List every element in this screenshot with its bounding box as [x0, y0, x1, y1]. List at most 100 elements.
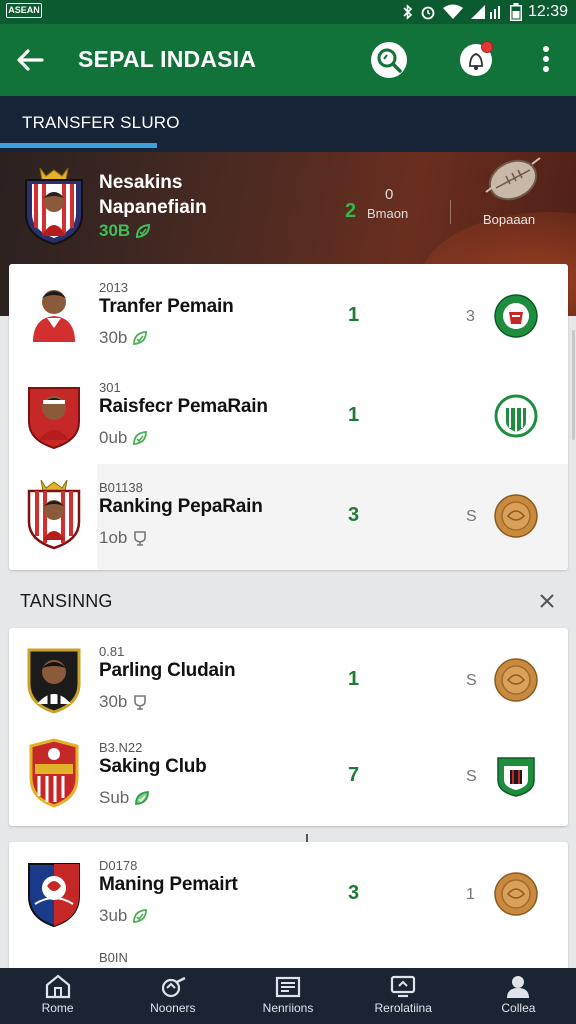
green-shield-badge-icon: [497, 757, 535, 797]
row-name: Tranfer Pemain: [99, 296, 234, 317]
tab-indicator: [0, 143, 157, 148]
row-sub: Sub: [99, 788, 151, 808]
row-sub-text: Sub: [99, 788, 130, 807]
row-id: 0.81: [99, 644, 125, 659]
row-value: 1: [348, 404, 360, 426]
row-value: 1: [348, 668, 360, 690]
player-avatar-icon: [28, 387, 80, 450]
nav-label: Rerolatiina: [374, 1001, 432, 1015]
hero-stat-zero: 0: [385, 186, 394, 203]
bronze-medal-icon: [494, 494, 538, 538]
row-mark: S: [466, 768, 477, 785]
row-sub-text: 30b: [99, 328, 128, 347]
bottom-nav: Rome Nooners Nenriions Rerolatiina Colle…: [0, 968, 576, 1024]
row-sub: 30b: [99, 692, 149, 712]
profile-icon: [507, 976, 530, 998]
close-icon[interactable]: [538, 592, 556, 610]
whistle-icon: [161, 976, 186, 998]
status-time: 12:39: [527, 3, 568, 20]
trophy-icon: [134, 531, 147, 546]
row-mark: 3: [466, 308, 475, 325]
list-item[interactable]: B3.N22 Saking Club Sub 7 S: [9, 724, 568, 824]
list-item[interactable]: 0.81 Parling Cludain 30b 1 S: [9, 628, 568, 724]
hero-sub-text: 30B: [99, 221, 131, 240]
nav-item-live[interactable]: Rerolatiina: [346, 968, 461, 1024]
status-bar: ASEAN 12:39: [0, 0, 576, 24]
battery-icon: [509, 3, 522, 21]
transfer-card: 2013 Tranfer Pemain 30b 1 3 301 Raisfecr…: [9, 264, 568, 570]
hero-divider: [450, 200, 451, 224]
scroll-indicator: [306, 834, 308, 842]
player-crest-icon: [25, 167, 83, 246]
list-item[interactable]: B01138 Ranking PepaRain 1ob 3 S: [9, 464, 568, 570]
check-leaf-icon: [133, 909, 148, 923]
row-name: Raisfecr PemaRain: [99, 396, 268, 417]
player-avatar-icon: [33, 290, 75, 342]
row-id: B3.N22: [99, 740, 143, 755]
back-arrow-icon[interactable]: [14, 44, 46, 76]
check-leaf-icon: [133, 331, 148, 345]
hero-name-line1: Nesakins: [99, 172, 183, 193]
tv-icon: [391, 975, 416, 998]
row-mark: S: [466, 672, 477, 689]
rugby-ball-icon: [485, 157, 541, 201]
club-crest-icon: [27, 648, 81, 714]
section-header: TANSINNG: [0, 574, 576, 626]
row-sub: 1ob: [99, 528, 149, 548]
search-button[interactable]: [371, 42, 407, 78]
green-striped-badge-icon: [494, 394, 538, 438]
standings-card: 0.81 Parling Cludain 30b 1 S B3.N22 Saki…: [9, 628, 568, 826]
hero-stat-label: Bmaon: [367, 206, 409, 221]
row-name: Parling Cludain: [99, 660, 236, 681]
list-item[interactable]: D0178 Maning Pemairt 3ub 3 1: [9, 842, 568, 946]
bronze-medal-icon: [494, 658, 538, 702]
row-name: Saking Club: [99, 756, 207, 777]
nav-label: Rome: [41, 1001, 74, 1015]
notification-dot: [481, 41, 493, 53]
row-sub-text: 1ob: [99, 528, 128, 547]
row-id: 2013: [99, 280, 128, 295]
club-crest-icon: [27, 479, 81, 550]
status-icons: 12:39: [402, 1, 568, 23]
list-item[interactable]: 2013 Tranfer Pemain 30b 1 3: [9, 264, 568, 364]
nav-item-matches[interactable]: Nooners: [115, 968, 230, 1024]
home-icon: [45, 974, 70, 999]
hero-sub: 30B: [99, 221, 152, 241]
row-sub-text: 30b: [99, 692, 128, 711]
list-item[interactable]: 301 Raisfecr PemaRain 0ub 1: [9, 364, 568, 464]
nav-item-home[interactable]: Rome: [0, 968, 115, 1024]
row-sub: 3ub: [99, 906, 149, 926]
hero-name-line2: Napanefiain: [99, 197, 207, 218]
trophy-icon: [134, 695, 147, 710]
section-title: TANSINNG: [20, 591, 113, 611]
hero-ball-label: Bopaaan: [483, 212, 536, 227]
more-vert-icon: [543, 46, 549, 52]
news-icon: [275, 976, 301, 998]
alarm-icon: [421, 6, 435, 20]
app-bar: SEPAL INDASIA: [0, 24, 576, 96]
row-name: Maning Pemairt: [99, 874, 238, 895]
row-id: D0178: [99, 858, 138, 873]
nav-label: Collea: [501, 1001, 536, 1015]
row-value: 3: [348, 882, 360, 904]
row-id: B0IN: [99, 950, 128, 965]
wifi-icon: [442, 4, 463, 19]
check-leaf-icon: [133, 431, 148, 445]
bronze-medal-icon: [494, 872, 538, 916]
row-name: Ranking PepaRain: [99, 496, 263, 517]
row-sub: 30b: [99, 328, 149, 348]
scrollbar[interactable]: [572, 330, 575, 440]
row-id: 301: [99, 380, 121, 395]
more-options-button[interactable]: [536, 46, 556, 74]
tab-transfer[interactable]: TRANSFER SLURO: [22, 113, 180, 133]
nav-item-profile[interactable]: Collea: [461, 968, 576, 1024]
nav-item-news[interactable]: Nenriions: [230, 968, 345, 1024]
nav-label: Nenriions: [262, 1001, 314, 1015]
row-sub-text: 0ub: [99, 428, 128, 447]
club-crest-icon: [28, 863, 80, 928]
green-club-badge-icon: [494, 294, 538, 338]
row-value: 1: [348, 304, 360, 326]
check-leaf-icon: [136, 223, 151, 239]
search-icon: [377, 48, 402, 73]
hero-name: Nesakins Napanefiain: [99, 170, 207, 220]
